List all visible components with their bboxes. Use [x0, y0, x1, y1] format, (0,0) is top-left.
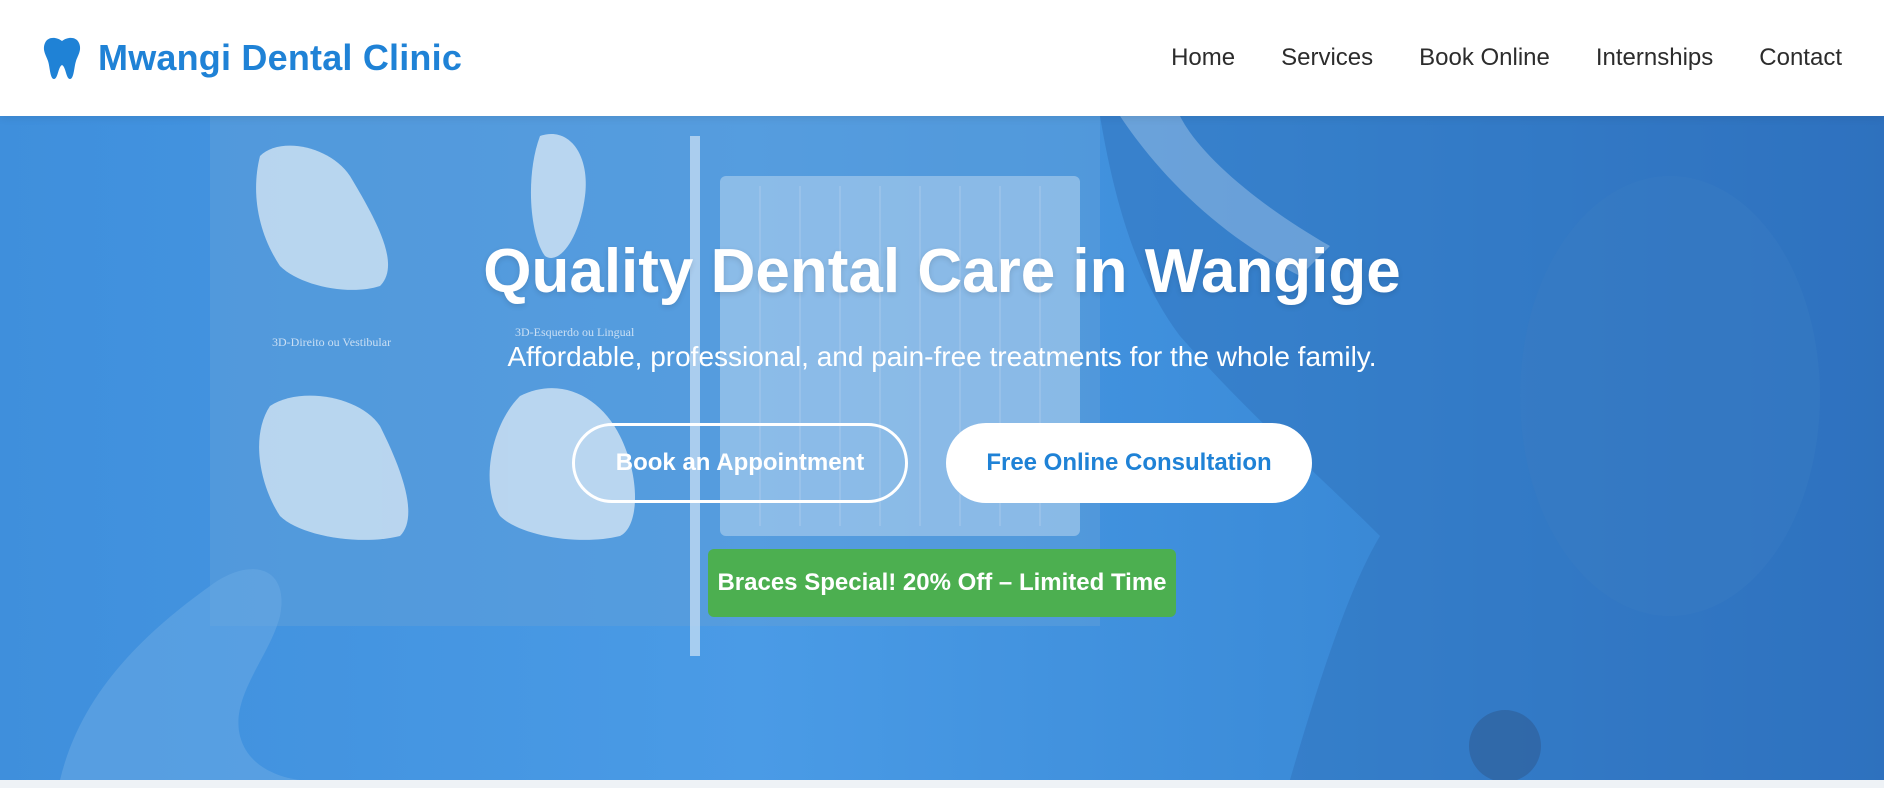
nav-services[interactable]: Services: [1281, 44, 1373, 72]
cta-row: Book an Appointment Free Online Consulta…: [572, 423, 1312, 503]
main-nav: Home Services Book Online Internships Co…: [1171, 44, 1842, 72]
brand-logo-link[interactable]: Mwangi Dental Clinic: [42, 35, 462, 81]
hero-content: Quality Dental Care in Wangige Affordabl…: [0, 116, 1884, 780]
hero-subtitle: Affordable, professional, and pain-free …: [507, 341, 1377, 372]
section-divider: [0, 780, 1884, 788]
nav-home[interactable]: Home: [1171, 44, 1235, 72]
brand-name: Mwangi Dental Clinic: [98, 37, 463, 78]
nav-internships[interactable]: Internships: [1596, 44, 1713, 72]
hero-title: Quality Dental Care in Wangige: [483, 237, 1401, 306]
free-consultation-button[interactable]: Free Online Consultation: [946, 423, 1312, 503]
tooth-icon: [42, 35, 82, 81]
promo-banner[interactable]: Braces Special! 20% Off – Limited Time: [708, 549, 1176, 617]
book-appointment-button[interactable]: Book an Appointment: [572, 423, 908, 503]
nav-book-online[interactable]: Book Online: [1419, 44, 1550, 72]
nav-contact[interactable]: Contact: [1759, 44, 1842, 72]
hero-section: 3D-Direito ou Vestibular 3D-Esquerdo ou …: [0, 116, 1884, 780]
site-header: Mwangi Dental Clinic Home Services Book …: [0, 0, 1884, 116]
